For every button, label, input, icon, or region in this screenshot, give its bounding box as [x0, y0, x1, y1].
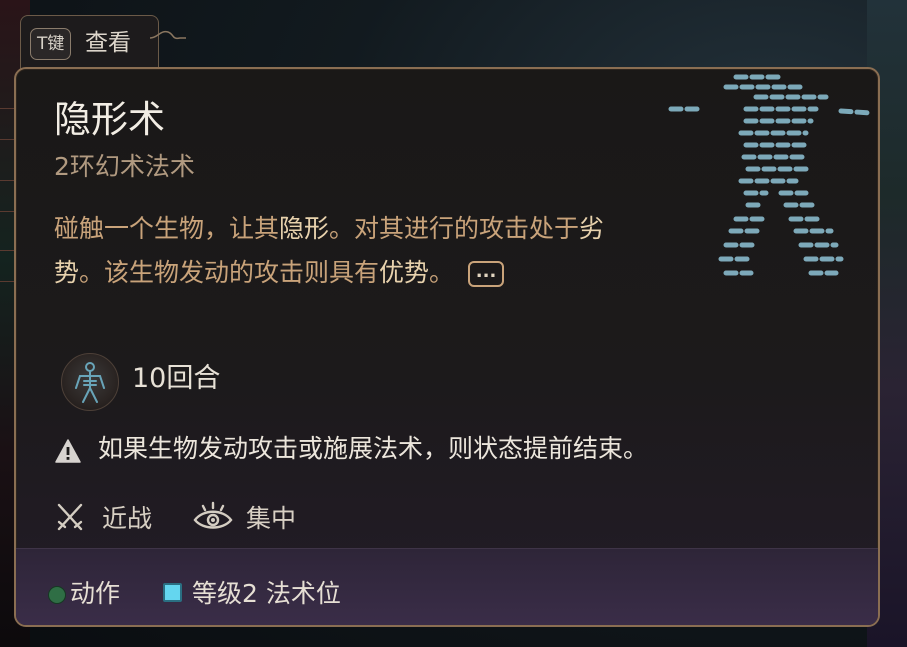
spell-title: 隐形术	[54, 98, 165, 141]
spell-description: 碰触一个生物，让其隐形。对其进行的攻击处于劣势。该生物发动的攻击则具有优势。..…	[54, 207, 614, 295]
description-text: 。	[429, 258, 455, 287]
melee-tag: 近战	[102, 504, 153, 533]
spell-tooltip: 隐形术 2环幻术法术 碰触一个生物，让其隐形。对其进行的攻击处于劣势。该生物发动…	[14, 67, 880, 627]
warning-triangle-icon	[55, 439, 81, 463]
description-text: 。对其进行的攻击处于	[329, 214, 580, 243]
description-text: 。该生物发动的攻击则具有	[79, 258, 380, 287]
keyword-highlight[interactable]: 隐形	[279, 214, 329, 243]
warning-text: 如果生物发动攻击或施展法术，则状态提前结束。	[98, 434, 649, 463]
cost-footer	[16, 548, 878, 625]
duration-text: 10回合	[132, 363, 221, 394]
keyword-highlight[interactable]: 优势	[379, 258, 429, 287]
action-cost: 动作	[70, 579, 121, 608]
green-dot-icon	[48, 586, 66, 604]
spell-subtitle: 2环幻术法术	[54, 152, 195, 181]
crossed-swords-icon	[57, 503, 83, 531]
description-text: 碰触一个生物，让其	[54, 214, 280, 243]
t-key-badge: T键	[30, 28, 72, 60]
ornament-icon	[149, 30, 186, 40]
more-button[interactable]: ...	[468, 261, 505, 287]
concentration-tag: 集中	[246, 504, 297, 533]
invisible-figure-icon	[61, 353, 119, 411]
blue-square-icon	[163, 583, 182, 602]
spell-slot-cost: 等级2 法术位	[192, 579, 341, 608]
inspect-label[interactable]: 查看	[85, 28, 131, 58]
invisible-figure-art	[668, 74, 874, 276]
eye-icon	[193, 501, 233, 529]
